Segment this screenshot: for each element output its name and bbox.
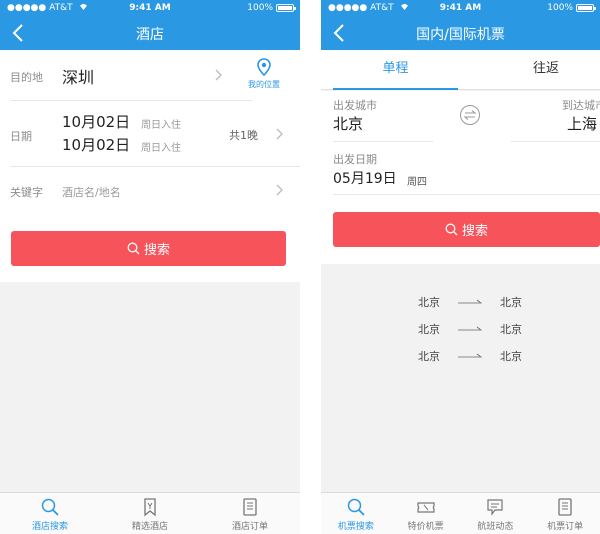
keyword-input[interactable]: 酒店名/地名 xyxy=(62,184,121,200)
destination-value: 深圳 xyxy=(62,68,95,87)
hotel-screen: ●●●●● AT&T 9:41 AM 100% 酒店 目的地 深圳 我的位置 日… xyxy=(0,0,300,534)
chevron-right-icon xyxy=(276,184,283,196)
checkout-weekday: 周日入住 xyxy=(141,143,181,154)
divider xyxy=(333,194,600,195)
tab-hotel-orders[interactable]: 酒店订单 xyxy=(200,493,300,534)
search-icon xyxy=(41,498,59,516)
swap-icon[interactable] xyxy=(459,104,481,126)
page-title: 国内/国际机票 xyxy=(416,27,505,43)
search-icon xyxy=(127,242,140,255)
tab-bar: 机票搜索 特价机票 航班动态 机票订单 xyxy=(321,492,600,534)
search-button[interactable]: 搜索 xyxy=(333,212,600,247)
location-pin-icon xyxy=(257,58,271,76)
nav-bar: ●●●●● AT&T 9:41 AM 100% 国内/国际机票 xyxy=(321,0,600,50)
nav-bar: ●●●●● AT&T 9:41 AM 100% 酒店 xyxy=(0,0,300,50)
tab-hotel-search[interactable]: 酒店搜索 xyxy=(0,493,100,534)
divider xyxy=(511,141,600,142)
message-icon xyxy=(487,499,503,516)
search-icon xyxy=(445,223,458,236)
departure-date-field[interactable]: 出发日期 05月19日 周四 xyxy=(321,144,600,194)
checkin-date: 10月02日 xyxy=(62,113,131,131)
destination-label: 目的地 xyxy=(10,71,43,84)
search-button[interactable]: 搜索 xyxy=(11,231,286,266)
from-city-label: 出发城市 xyxy=(333,99,377,112)
keyword-label: 关键字 xyxy=(10,186,43,199)
battery-icon xyxy=(276,4,296,12)
list-icon xyxy=(243,498,257,516)
my-location-label: 我的位置 xyxy=(248,80,280,89)
checkin-weekday: 周日入住 xyxy=(141,120,181,131)
arrow-right-icon xyxy=(458,299,482,304)
departure-date-value: 05月19日 xyxy=(333,171,397,187)
checkout-date: 10月02日 xyxy=(62,136,131,154)
my-location-button[interactable]: 我的位置 xyxy=(238,58,290,94)
arrow-right-icon xyxy=(458,353,482,358)
chevron-right-icon xyxy=(215,69,222,81)
to-city-field[interactable]: 到达城市 上海 xyxy=(511,91,600,141)
to-city-label: 到达城市 xyxy=(562,99,600,112)
search-button-label: 搜索 xyxy=(461,224,488,239)
flight-screen: ●●●●● AT&T 9:41 AM 100% 国内/国际机票 单程 往返 出发… xyxy=(321,0,600,534)
ticket-icon xyxy=(417,502,435,513)
tab-bar: 酒店搜索 精选酒店 酒店订单 xyxy=(0,492,300,534)
flight-search-form: 出发城市 北京 到达城市 上海 出发日期 05月19日 周四 搜索 xyxy=(321,91,600,264)
tab-round-trip[interactable]: 往返 xyxy=(481,50,600,90)
divider xyxy=(333,141,433,142)
from-city-value: 北京 xyxy=(333,115,364,133)
departure-weekday: 周四 xyxy=(407,177,427,188)
battery-icon xyxy=(576,4,596,12)
chevron-right-icon xyxy=(276,128,283,140)
search-button-label: 搜索 xyxy=(143,243,170,258)
battery-status: 100% xyxy=(547,3,596,13)
list-icon xyxy=(558,498,572,516)
trip-type-tabs: 单程 往返 xyxy=(321,50,600,90)
to-city-value: 上海 xyxy=(567,115,598,133)
keyword-row[interactable]: 关键字 酒店名/地名 xyxy=(0,167,300,215)
tab-flight-orders[interactable]: 机票订单 xyxy=(530,493,600,534)
search-section: 搜索 xyxy=(0,215,300,282)
search-icon xyxy=(347,498,365,516)
nights-count: 共1晚 xyxy=(229,129,258,142)
from-city-field[interactable]: 出发城市 北京 xyxy=(321,91,441,141)
tab-flight-status[interactable]: 航班动态 xyxy=(461,493,531,534)
destination-row[interactable]: 目的地 深圳 xyxy=(0,50,232,100)
status-bar: ●●●●● AT&T 9:41 AM 100% xyxy=(321,0,600,16)
tab-one-way[interactable]: 单程 xyxy=(333,50,458,90)
tab-special-fares[interactable]: 特价机票 xyxy=(391,493,461,534)
hotel-search-form: 目的地 深圳 我的位置 日期 10月02日 周日入住 10月02日 周日入住 共… xyxy=(0,50,300,215)
date-label: 日期 xyxy=(10,130,32,143)
page-title: 酒店 xyxy=(136,27,164,43)
tab-flight-search[interactable]: 机票搜索 xyxy=(321,493,391,534)
status-bar: ●●●●● AT&T 9:41 AM 100% xyxy=(0,0,300,16)
tab-featured-hotels[interactable]: 精选酒店 xyxy=(100,493,200,534)
battery-status: 100% xyxy=(247,3,296,13)
date-row[interactable]: 日期 10月02日 周日入住 10月02日 周日入住 共1晚 xyxy=(0,101,300,166)
departure-date-label: 出发日期 xyxy=(333,153,377,166)
arrow-right-icon xyxy=(458,326,482,331)
bookmark-icon xyxy=(144,498,156,517)
